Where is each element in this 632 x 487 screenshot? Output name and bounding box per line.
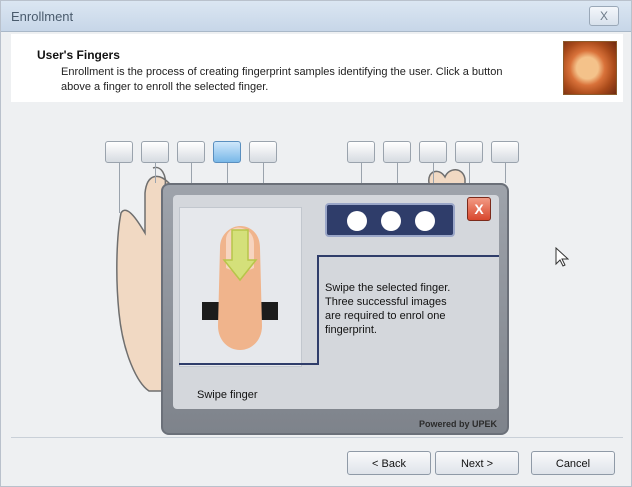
panel-divider [317,255,499,257]
dialog-close-icon[interactable]: X [467,197,491,221]
swipe-instructions: Swipe the selected finger. Three success… [325,282,451,336]
capture-progress-indicator [325,203,455,237]
connector-line [469,163,470,183]
finger-button-right-index[interactable] [383,141,411,163]
connector-line [155,163,156,183]
connector-line [505,163,506,183]
connector-line [433,163,434,183]
connector-line [397,163,398,183]
progress-dot-2 [381,211,401,231]
window-close-button[interactable]: X [589,6,619,26]
finger-button-right-thumb[interactable] [347,141,375,163]
finger-button-right-little[interactable] [491,141,519,163]
finger-button-right-middle[interactable] [419,141,447,163]
powered-by-label: Powered by UPEK [418,419,497,429]
swipe-finger-label: Swipe finger [197,389,258,401]
finger-button-left-middle[interactable] [177,141,205,163]
wizard-header: User's Fingers Enrollment is the process… [11,34,623,103]
finger-button-left-little[interactable] [105,141,133,163]
panel-divider-vertical [317,255,319,363]
window-title: Enrollment [11,9,74,24]
swipe-dialog-panel: X Swipe the selected finger. Three succe… [173,195,499,409]
connector-line [119,163,120,213]
progress-dot-3 [415,211,435,231]
swipe-dialog: X Swipe the selected finger. Three succe… [161,183,509,435]
connector-line [263,163,264,183]
back-button[interactable]: < Back [347,451,431,475]
finger-button-right-ring[interactable] [455,141,483,163]
finger-button-left-ring[interactable] [141,141,169,163]
swipe-finger-photo [179,207,302,367]
connector-line [227,163,228,183]
fingerprint-header-image [563,41,617,95]
panel-divider-bottom [179,363,319,365]
connector-line [361,163,362,183]
enrollment-window: Enrollment X User's Fingers Enrollment i… [0,0,632,487]
progress-dot-1 [347,211,367,231]
next-button[interactable]: Next > [435,451,519,475]
page-description: Enrollment is the process of creating fi… [61,66,503,93]
connector-line [191,163,192,183]
title-bar: Enrollment X [1,1,631,32]
page-title: User's Fingers [37,48,120,62]
mouse-pointer-icon [555,247,569,267]
finger-swipe-icon [202,226,278,350]
footer-divider [11,437,623,438]
finger-button-left-thumb[interactable] [249,141,277,163]
finger-button-left-index[interactable] [213,141,241,163]
cancel-button[interactable]: Cancel [531,451,615,475]
